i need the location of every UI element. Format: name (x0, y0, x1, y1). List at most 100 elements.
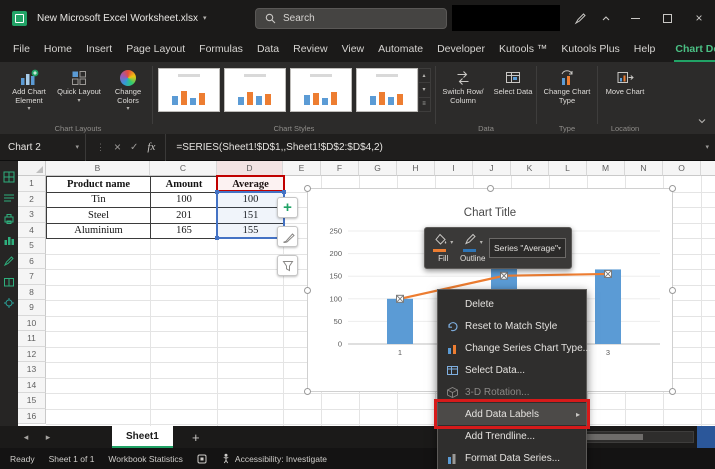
expand-formula-bar-icon[interactable]: ▾ (705, 143, 709, 151)
row-header-6[interactable]: 6 (18, 254, 46, 270)
sheet-nav-right-icon[interactable]: ▸ (38, 426, 58, 448)
ribbon-tab-chart-design[interactable]: Chart Design (668, 36, 715, 62)
menu-item-reset-to-match-style[interactable]: Reset to Match Style (438, 315, 586, 337)
menu-item-format-data-series[interactable]: Format Data Series... (438, 447, 586, 469)
quick-layout-button[interactable]: Quick Layout ▾ (56, 64, 102, 114)
accessibility-status[interactable]: Accessibility: Investigate (221, 453, 327, 464)
sheet-nav-left-icon[interactable]: ◂ (16, 426, 36, 448)
column-header-E[interactable]: E (283, 161, 321, 176)
row-header-13[interactable]: 13 (18, 362, 46, 378)
select-data-button[interactable]: Select Data (491, 64, 535, 105)
ribbon-tab-page-layout[interactable]: Page Layout (119, 36, 192, 62)
cancel-icon[interactable]: × (114, 140, 121, 154)
left-toolbar-grid-icon[interactable] (3, 171, 15, 183)
column-header-P[interactable]: P (701, 161, 715, 176)
formula-input[interactable]: =SERIES(Sheet1!$D$1,,Sheet1!$D$2:$D$4,2) (176, 142, 383, 153)
selection-handle[interactable] (282, 190, 286, 194)
row-header-2[interactable]: 2 (18, 192, 46, 208)
row-header-14[interactable]: 14 (18, 378, 46, 394)
cell-b3[interactable]: Steel (47, 208, 151, 224)
row-header-12[interactable]: 12 (18, 347, 46, 363)
select-all-corner[interactable] (18, 161, 46, 176)
chart-resize-handle[interactable] (669, 287, 676, 294)
chart-style-thumbnail[interactable] (158, 68, 220, 112)
gallery-up-icon[interactable]: ▴ (419, 69, 430, 83)
cell-c3[interactable]: 201 (151, 208, 218, 224)
column-header-I[interactable]: I (435, 161, 473, 176)
sheet-tab-active[interactable]: Sheet1 (112, 426, 173, 448)
row-header-9[interactable]: 9 (18, 300, 46, 316)
menu-item-change-series-chart-type[interactable]: Change Series Chart Type... (438, 337, 586, 359)
name-box[interactable]: Chart 2 ▾ (0, 134, 86, 161)
column-header-N[interactable]: N (625, 161, 663, 176)
switch-row-column-button[interactable]: Switch Row/ Column (437, 64, 489, 105)
cell-b1[interactable]: Product name (47, 177, 151, 193)
left-toolbar-list-icon[interactable] (3, 192, 15, 204)
selection-handle[interactable] (215, 236, 219, 240)
row-header-3[interactable]: 3 (18, 207, 46, 223)
minimize-button[interactable] (619, 0, 651, 36)
ribbon-options-icon[interactable] (593, 0, 619, 36)
left-toolbar-book-icon[interactable] (3, 276, 15, 288)
row-header-4[interactable]: 4 (18, 223, 46, 239)
series-selector-dropdown[interactable]: Series "Average" ▾ (489, 238, 566, 258)
collapse-ribbon-icon[interactable] (697, 112, 707, 130)
add-chart-element-button[interactable]: Add Chart Element ▾ (4, 64, 54, 114)
row-header-10[interactable]: 10 (18, 316, 46, 332)
column-header-L[interactable]: L (549, 161, 587, 176)
insert-function-icon[interactable]: fx (147, 141, 155, 153)
chart-elements-button[interactable]: + (277, 197, 298, 218)
chart-styles-button[interactable] (277, 226, 298, 247)
column-header-C[interactable]: C (150, 161, 217, 176)
row-header-8[interactable]: 8 (18, 285, 46, 301)
row-header-15[interactable]: 15 (18, 393, 46, 409)
cell-b2[interactable]: Tin (47, 193, 151, 209)
maximize-button[interactable] (651, 0, 683, 36)
column-header-F[interactable]: F (321, 161, 359, 176)
add-sheet-button[interactable]: + (192, 426, 200, 448)
change-chart-type-button[interactable]: Change Chart Type (540, 64, 594, 105)
chart-resize-handle[interactable] (304, 388, 311, 395)
chart-resize-handle[interactable] (669, 185, 676, 192)
gallery-down-icon[interactable]: ▾ (419, 83, 430, 97)
cell-c1[interactable]: Amount (151, 177, 218, 193)
ink-pen-icon[interactable] (567, 0, 593, 36)
ribbon-tab-view[interactable]: View (335, 36, 372, 62)
chart-style-thumbnail[interactable] (290, 68, 352, 112)
ribbon-tab-formulas[interactable]: Formulas (192, 36, 250, 62)
left-toolbar-gear-icon[interactable] (3, 297, 15, 309)
chart-filters-button[interactable] (277, 255, 298, 276)
column-header-J[interactable]: J (473, 161, 511, 176)
ribbon-tab-developer[interactable]: Developer (430, 36, 492, 62)
macro-record-icon[interactable] (197, 454, 207, 464)
fill-button[interactable]: ▾ Fill (430, 231, 456, 265)
ribbon-tab-insert[interactable]: Insert (79, 36, 119, 62)
column-header-M[interactable]: M (587, 161, 625, 176)
close-button[interactable]: × (683, 0, 715, 36)
column-header-H[interactable]: H (397, 161, 435, 176)
workbook-statistics-button[interactable]: Workbook Statistics (108, 454, 182, 464)
chart-resize-handle[interactable] (487, 185, 494, 192)
chart-resize-handle[interactable] (304, 185, 311, 192)
ribbon-tab-kutools[interactable]: Kutools ™ (492, 36, 554, 62)
enter-icon[interactable]: ✓ (130, 142, 138, 153)
move-chart-button[interactable]: Move Chart (601, 64, 649, 97)
ribbon-tab-automate[interactable]: Automate (371, 36, 430, 62)
cell-c4[interactable]: 165 (151, 224, 218, 240)
left-toolbar-chart-icon[interactable] (3, 234, 15, 246)
row-header-11[interactable]: 11 (18, 331, 46, 347)
ribbon-tab-review[interactable]: Review (286, 36, 334, 62)
column-header-O[interactable]: O (663, 161, 701, 176)
row-header-16[interactable]: 16 (18, 409, 46, 425)
cell-b4[interactable]: Aluminium (47, 224, 151, 240)
ribbon-tab-home[interactable]: Home (37, 36, 79, 62)
chart-style-thumbnail[interactable] (356, 68, 418, 112)
column-header-D[interactable]: D (217, 161, 283, 176)
row-header-1[interactable]: 1 (18, 176, 46, 192)
cell-c2[interactable]: 100 (151, 193, 218, 209)
chart-resize-handle[interactable] (669, 388, 676, 395)
title-chevron-icon[interactable]: ▾ (203, 14, 207, 22)
row-header-5[interactable]: 5 (18, 238, 46, 254)
menu-item-select-data[interactable]: Select Data... (438, 359, 586, 381)
column-header-B[interactable]: B (46, 161, 150, 176)
